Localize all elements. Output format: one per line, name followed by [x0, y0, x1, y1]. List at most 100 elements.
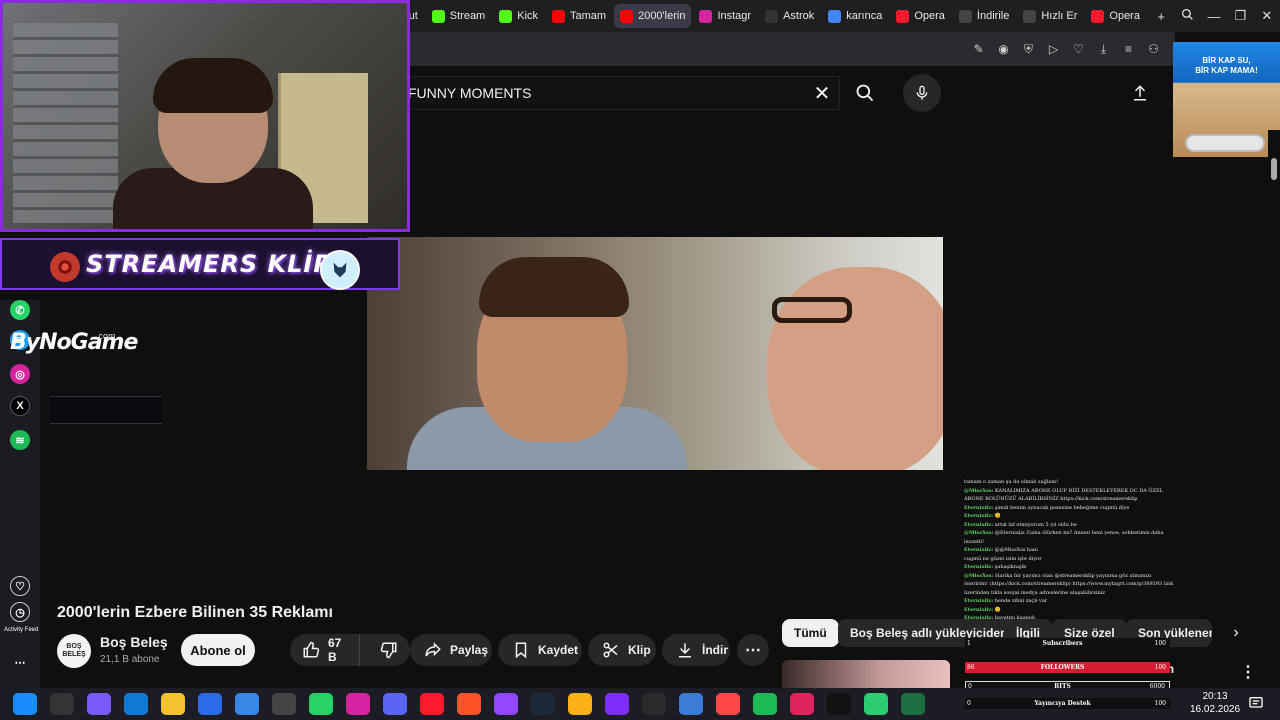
file-explorer-icon[interactable]	[160, 693, 185, 715]
spotify-icon[interactable]: ≋	[10, 430, 30, 450]
browser-tab[interactable]: Stream	[426, 4, 491, 28]
browser-tab[interactable]: Hızlı Er	[1017, 4, 1083, 28]
speedometer-icon[interactable]	[271, 693, 296, 715]
heart-icon[interactable]: ♡	[1071, 42, 1086, 57]
thumbs-up-icon	[303, 641, 320, 658]
chat-message: @MissXss: Harika bir yayıncı olan @strea…	[964, 572, 1174, 598]
search-box[interactable]: FUNNY MOMENTS ✕	[405, 76, 840, 110]
share-button[interactable]: Paylaş	[410, 634, 492, 666]
more-actions-button[interactable]: ⋯	[737, 634, 769, 666]
close-window-button[interactable]: ✕	[1254, 8, 1280, 24]
instagram-icon[interactable]: ◎	[10, 364, 30, 384]
notification-icon[interactable]	[1248, 695, 1264, 711]
chevron-right-icon[interactable]: ›	[1222, 619, 1250, 647]
ad-banner[interactable]: BİR KAP SU, BİR KAP MAMA!	[1173, 42, 1280, 157]
voice-search-button[interactable]	[903, 74, 941, 112]
download-button[interactable]: İndir	[662, 634, 730, 666]
opera-gx-icon[interactable]	[419, 693, 444, 715]
whatsapp-icon[interactable]	[308, 693, 333, 715]
shield-icon[interactable]: ⛨	[1021, 42, 1036, 57]
clear-search-icon[interactable]: ✕	[805, 81, 839, 106]
profile-icon[interactable]: ⚇	[1146, 42, 1161, 57]
edit-icon[interactable]: ✎	[971, 42, 986, 57]
channel-avatar[interactable]: BOŞ BELEŞ	[57, 634, 91, 668]
instagram-icon[interactable]	[345, 693, 370, 715]
brave-icon[interactable]	[456, 693, 481, 715]
play-icon[interactable]: ▷	[1046, 42, 1061, 57]
scrollbar-thumb[interactable]	[1271, 158, 1277, 180]
spotify-icon[interactable]	[752, 693, 777, 715]
dislike-button[interactable]	[368, 634, 410, 666]
edge-icon[interactable]	[123, 693, 148, 715]
related-video-menu-icon[interactable]: ⋮	[1240, 662, 1256, 682]
browser-tab-label: Instagr	[717, 10, 752, 22]
upload-button[interactable]	[1125, 80, 1155, 106]
browser-tab[interactable]: İndirile	[953, 4, 1015, 28]
rockstar-icon[interactable]	[567, 693, 592, 715]
chip-all[interactable]: Tümü	[782, 619, 839, 647]
copilot-icon[interactable]	[86, 693, 111, 715]
clip-button[interactable]: Klip	[588, 634, 656, 666]
chat-message: Eternializ: şimdi benim oynacak pozesine…	[964, 504, 1174, 513]
twitch-icon[interactable]	[493, 693, 518, 715]
camera-icon[interactable]: ◉	[996, 42, 1011, 57]
like-button[interactable]: 67 B	[290, 634, 360, 666]
banner-text: STREAMERS KLİP	[86, 250, 332, 278]
subscribe-button[interactable]: Abone ol	[181, 634, 255, 666]
scrollbar-track[interactable]	[1268, 130, 1280, 685]
download-icon	[958, 9, 972, 23]
discord-icon[interactable]	[382, 693, 407, 715]
chat-message: Eternializ: şahaşiknajik	[964, 563, 1174, 572]
browser-tab[interactable]: Astrok	[759, 4, 820, 28]
save-button[interactable]: Kaydet	[498, 634, 582, 666]
red-app-icon[interactable]	[789, 693, 814, 715]
browser-tab[interactable]: Opera	[890, 4, 951, 28]
excel-icon[interactable]	[900, 693, 925, 715]
maximize-button[interactable]: ❐	[1227, 8, 1253, 24]
bookmark-icon	[515, 642, 527, 659]
browser-tab[interactable]: Tamam	[546, 4, 612, 28]
mail-icon[interactable]	[234, 693, 259, 715]
new-tab-button[interactable]: +	[1148, 9, 1174, 24]
share-label: Paylaş	[450, 643, 489, 657]
whatsapp-icon[interactable]: ✆	[10, 300, 30, 320]
search-tabs-icon[interactable]	[1174, 8, 1200, 24]
chat-username: @MissXss:	[964, 572, 994, 579]
browser-tab[interactable]: karınca	[822, 4, 888, 28]
steam-icon[interactable]	[530, 693, 555, 715]
search-button[interactable]	[842, 76, 887, 110]
chat-message: Eternializ: bende zihni zaçlı var	[964, 597, 1174, 606]
support-goal-bar: 0 Yayıncıya Destek 100	[965, 698, 1170, 709]
browser-tab[interactable]: Opera	[1085, 4, 1146, 28]
circle-app-icon[interactable]	[604, 693, 629, 715]
search-icon[interactable]	[49, 693, 74, 715]
store-icon[interactable]	[197, 693, 222, 715]
system-clock[interactable]: 20:13 16.02.2026	[1190, 690, 1240, 716]
more-options-icon[interactable]: ⋯	[10, 652, 30, 672]
playlist-icon[interactable]: ≡	[1121, 42, 1136, 57]
video-player[interactable]	[367, 237, 943, 470]
search-input[interactable]: FUNNY MOMENTS	[406, 85, 805, 101]
related-video-thumbnail[interactable]	[782, 660, 950, 688]
browser-tab-label: Kick	[517, 10, 539, 22]
x-twitter-icon[interactable]: X	[10, 396, 30, 416]
channel-subscriber-count: 21,1 B abone	[100, 654, 160, 665]
heart-icon[interactable]: ♡	[10, 576, 30, 596]
green-app-icon[interactable]	[863, 693, 888, 715]
epic-games-icon[interactable]	[641, 693, 666, 715]
browser-tab[interactable]: Kick	[493, 4, 544, 28]
browser-tab[interactable]: Instagr	[693, 4, 757, 28]
clock-icon[interactable]: ◷	[10, 602, 30, 622]
windows-start-icon[interactable]	[12, 693, 37, 715]
tiktok-icon[interactable]	[826, 693, 851, 715]
minimize-button[interactable]: —	[1201, 9, 1227, 24]
channel-name[interactable]: Boş Beleş	[100, 634, 168, 650]
subs-goal-label: Subscribers	[1042, 640, 1083, 647]
like-dislike-group: 67 B	[290, 634, 410, 666]
browser-tab[interactable]: 2000'lerin	[614, 4, 692, 28]
kick-icon	[431, 9, 445, 23]
download-icon[interactable]: ⤓	[1096, 42, 1111, 57]
snowflake-icon[interactable]	[678, 693, 703, 715]
ea-icon[interactable]	[715, 693, 740, 715]
upload-icon	[1134, 85, 1146, 101]
